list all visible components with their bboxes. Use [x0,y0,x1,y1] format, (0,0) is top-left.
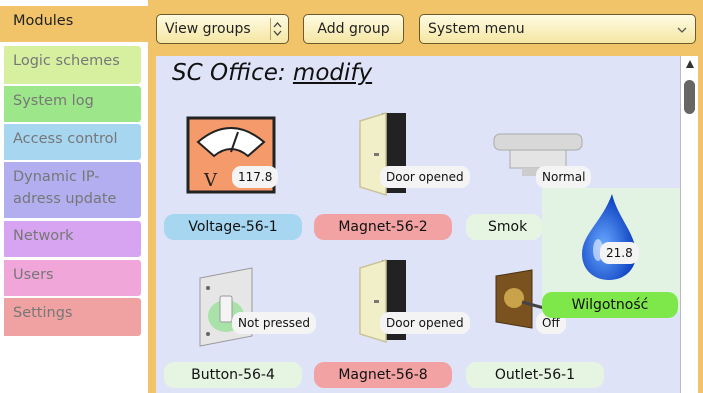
sidebar-item-label-line2: adress update [13,191,117,207]
sidebar: Modules Logic schemes System log Access … [0,0,156,393]
add-group-button[interactable]: Add group [303,14,404,44]
chevron-down-icon [677,24,687,37]
sidebar-item-dynamic-ip[interactable]: Dynamic IP- adress update [4,162,141,218]
sidebar-item-label: Users [13,267,54,283]
sidebar-item-modules[interactable]: Modules [0,6,156,42]
page-title: SC Office: modify [172,60,372,86]
device-label-magnet-2[interactable]: Magnet-56-2 [314,214,452,240]
water-drop-icon [578,192,640,286]
humidity-popup[interactable]: 21.8 Wilgotność [542,188,680,318]
system-menu-label: System menu [428,21,525,37]
scrollbar-thumb[interactable] [684,80,695,114]
module-canvas: SC Office: modify V 117.8 Voltage-56-1 D… [156,56,680,393]
door-status-badge: Door opened [380,166,470,188]
up-down-icon[interactable] [270,18,284,40]
sidebar-item-label: Access control [13,131,118,147]
humidity-label[interactable]: Wilgotność [542,292,678,318]
smoke-status-badge: Normal [536,166,592,188]
view-groups-label: View groups [165,21,251,37]
svg-text:V: V [203,170,218,191]
door-status-badge: Door opened [380,312,470,334]
page-mode-link[interactable]: modify [293,60,372,86]
main-panel: View groups Add group System menu SC Off… [148,0,703,393]
sidebar-item-system-log[interactable]: System log [4,86,141,122]
sidebar-item-logic-schemes[interactable]: Logic schemes [4,46,141,84]
sidebar-item-label: Network [13,228,74,244]
device-label-magnet-8[interactable]: Magnet-56-8 [314,362,452,388]
sidebar-item-users[interactable]: Users [4,260,141,296]
humidity-value-badge: 21.8 [600,242,639,264]
sidebar-item-label: Settings [13,305,73,321]
page-title-text: SC Office: [172,60,286,86]
sidebar-item-settings[interactable]: Settings [4,298,141,336]
device-label-outlet[interactable]: Outlet-56-1 [466,362,604,388]
system-menu-select[interactable]: System menu [419,14,696,44]
device-label-button[interactable]: Button-56-4 [164,362,302,388]
sidebar-item-label: System log [13,93,94,109]
voltage-value-badge: 117.8 [232,166,279,188]
sidebar-item-label: Modules [13,13,74,29]
button-status-badge: Not pressed [232,312,317,334]
view-groups-select[interactable]: View groups [156,14,289,44]
switch-icon[interactable] [196,264,256,348]
sidebar-item-label: Logic schemes [13,53,120,69]
sidebar-item-access-control[interactable]: Access control [4,124,141,160]
scroll-up-arrow-icon[interactable] [685,59,695,72]
device-label-voltage[interactable]: Voltage-56-1 [164,214,302,240]
sidebar-item-network[interactable]: Network [4,221,141,257]
device-label-smoke[interactable]: Smok [466,214,542,240]
sidebar-item-label-line1: Dynamic IP- [13,169,100,185]
add-group-label: Add group [317,21,390,37]
vertical-scrollbar[interactable] [680,56,698,393]
